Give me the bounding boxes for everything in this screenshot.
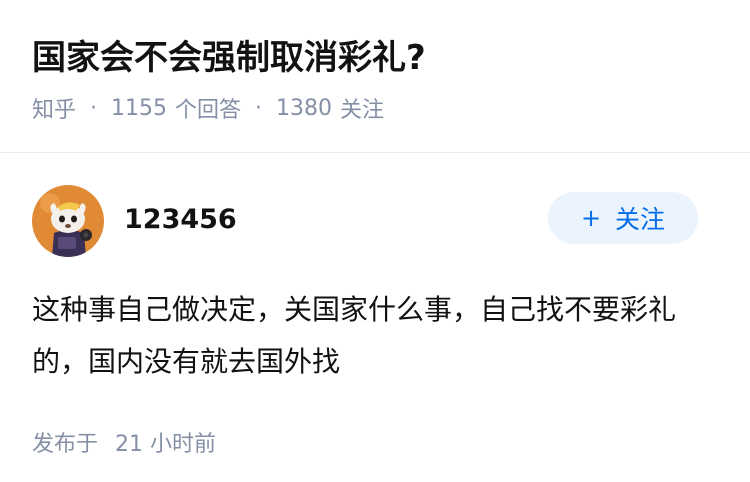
answers-count: 1155 xyxy=(111,95,168,121)
question-title[interactable]: 国家会不会强制取消彩礼? xyxy=(32,36,718,80)
avatar[interactable] xyxy=(32,185,104,257)
divider xyxy=(0,152,750,153)
question-header: 国家会不会强制取消彩礼? 知乎 · 1155 个回答 · 1380 关注 xyxy=(0,0,750,123)
source-label[interactable]: 知乎 xyxy=(32,92,76,124)
author-row: 123456 + 关注 xyxy=(32,184,718,258)
separator-dot: · xyxy=(255,95,263,121)
publish-time-value: 21 小时前 xyxy=(115,432,217,457)
publish-label: 发布于 xyxy=(32,432,99,457)
publish-time: 发布于 21 小时前 xyxy=(32,426,718,458)
separator-dot: · xyxy=(90,95,98,121)
followers-count: 1380 xyxy=(276,95,333,121)
answers-label: 个回答 xyxy=(175,98,242,123)
author-name[interactable]: 123456 xyxy=(124,204,237,235)
avatar-image-icon xyxy=(32,185,104,257)
follow-button[interactable]: + 关注 xyxy=(548,192,698,244)
followers-label: 关注 xyxy=(340,98,385,123)
follow-button-label: 关注 xyxy=(615,205,666,234)
answer-content[interactable]: 这种事自己做决定，关国家什么事，自己找不要彩礼的，国内没有就去国外找 xyxy=(32,284,712,388)
question-meta: 知乎 · 1155 个回答 · 1380 关注 xyxy=(32,92,718,124)
plus-icon: + xyxy=(580,204,602,232)
answer-card: 123456 + 关注 这种事自己做决定，关国家什么事，自己找不要彩礼的，国内没… xyxy=(0,184,750,458)
